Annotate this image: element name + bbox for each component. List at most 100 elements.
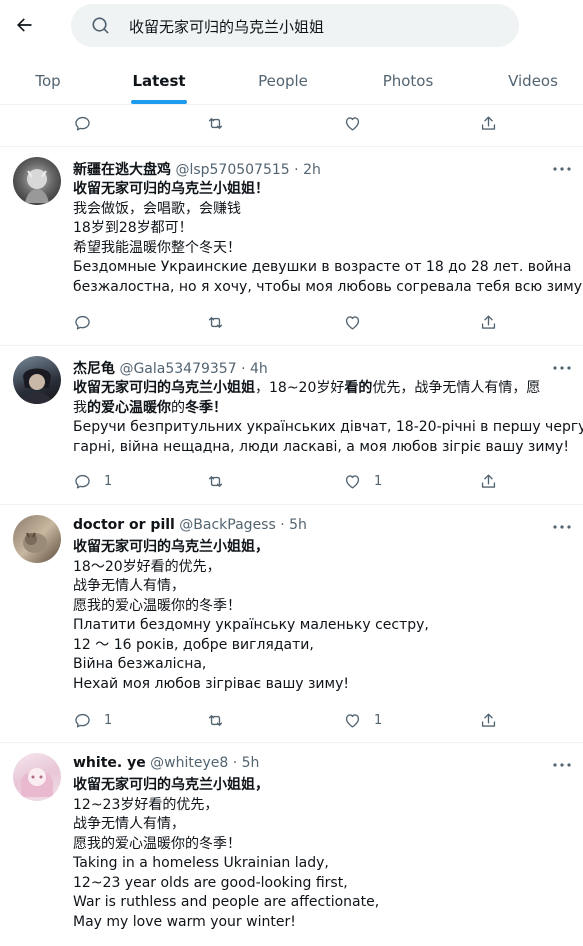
tweet-header: 新疆在逃大盘鸡 @lsp570507515 · 2h	[73, 159, 321, 179]
tab-top[interactable]: Top	[0, 56, 96, 105]
more-icon	[553, 763, 571, 767]
reply-button[interactable]	[73, 110, 92, 136]
tweet-text: 收留无家可归的乌克兰小姐姐，18~20岁好看的优先，战争无情人有情，愿 我的爱心…	[73, 379, 583, 457]
tweet-line: 战争无情人有情，	[73, 578, 185, 594]
more-button[interactable]	[549, 757, 575, 773]
highlight: 冬季！	[185, 399, 227, 416]
tweet-line: Беручи безпритульних українських дівчат,…	[73, 419, 583, 435]
retweet-icon	[208, 316, 223, 328]
back-button[interactable]	[8, 9, 40, 41]
reply-icon	[75, 474, 90, 489]
avatar[interactable]	[13, 515, 61, 563]
reply-icon	[75, 713, 90, 728]
separator-dot: ·	[241, 361, 246, 377]
share-button[interactable]	[479, 707, 498, 733]
highlight: 的爱心温暖你	[87, 399, 171, 416]
tweet-header: 杰尼龟 @Gala53479357 · 4h	[73, 358, 268, 378]
display-name[interactable]: 新疆在逃大盘鸡	[73, 162, 171, 178]
tab-photos[interactable]: Photos	[360, 56, 456, 105]
text-run: 的	[171, 399, 185, 416]
user-handle[interactable]: @Gala53479357	[119, 361, 236, 377]
display-name[interactable]: doctor or pill	[73, 517, 175, 533]
tweet-header: white. ye @whiteye8 · 5h	[73, 755, 259, 771]
tweet[interactable]: 新疆在逃大盘鸡 @lsp570507515 · 2h 收留无家可归的乌克兰小姐姐…	[0, 147, 583, 346]
reply-button[interactable]: 1	[73, 468, 112, 494]
tab-people[interactable]: People	[235, 56, 331, 105]
tweet-text: 收留无家可归的乌克兰小姐姐！ 我会做饭，会唱歌，会赚钱 18岁到28岁都可！ 希…	[73, 180, 583, 297]
tweet[interactable]: white. ye @whiteye8 · 5h 收留无家可归的乌克兰小姐姐， …	[0, 743, 583, 946]
tweet-line: безжалостна, но я хочу, чтобы моя любовь…	[73, 278, 583, 295]
avatar-image	[21, 768, 53, 797]
like-button[interactable]: 1	[343, 468, 382, 494]
search-header: 收留无家可归的乌克兰小姐姐 Top Latest People Photos V…	[0, 0, 583, 105]
tweet[interactable]: doctor or pill @BackPagess · 5h 收留无家可归的乌…	[0, 505, 583, 743]
tweet-line: гарні, війна нещадна, люди ласкаві, а мо…	[73, 438, 569, 455]
user-handle[interactable]: @whiteye8	[150, 755, 228, 771]
retweet-button[interactable]	[206, 707, 225, 733]
highlight: 收留无家可归的乌克兰小姐姐	[73, 380, 255, 396]
share-button[interactable]	[479, 468, 498, 494]
search-icon	[92, 17, 109, 34]
like-count: 1	[374, 712, 383, 728]
tweet-line: Платити бездомну українську маленьку сес…	[73, 617, 429, 633]
tweet-line: Війна безжалісна,	[73, 656, 207, 672]
tweet-text: 收留无家可归的乌克兰小姐姐， 12~23岁好看的优先， 战争无情人有情， 愿我的…	[73, 776, 573, 932]
like-button[interactable]: 1	[343, 707, 382, 733]
reply-button[interactable]	[73, 309, 92, 335]
retweet-button[interactable]	[206, 110, 225, 136]
like-button[interactable]	[343, 309, 362, 335]
timestamp[interactable]: 5h	[289, 517, 307, 533]
arrow-left-icon	[17, 18, 32, 32]
like-button[interactable]	[343, 110, 362, 136]
share-button[interactable]	[479, 110, 498, 136]
avatar[interactable]	[13, 356, 61, 404]
tweet-line: Бездомные Украинские девушки в возрасте …	[73, 259, 572, 275]
tweet-line: 我的爱心温暖你的冬季！	[73, 399, 573, 419]
user-handle[interactable]: @BackPagess	[179, 517, 275, 533]
tweet-text: 收留无家可归的乌克兰小姐姐， 18～20岁好看的优先， 战争无情人有情， 愿我的…	[73, 538, 573, 694]
more-button[interactable]	[549, 360, 575, 376]
text-run: 优先，战争无情人有情，愿	[372, 380, 541, 396]
tweet-line: 战争无情人有情，	[73, 816, 185, 832]
reply-count: 1	[104, 473, 113, 489]
tweet[interactable]: 杰尼龟 @Gala53479357 · 4h 收留无家可归的乌克兰小姐姐，18~…	[0, 346, 583, 505]
retweet-button[interactable]	[206, 468, 225, 494]
timestamp[interactable]: 5h	[242, 755, 260, 771]
search-input[interactable]: 收留无家可归的乌克兰小姐姐	[71, 4, 519, 47]
more-icon	[553, 167, 571, 171]
heart-icon	[345, 315, 360, 330]
share-icon	[481, 473, 496, 488]
retweet-button[interactable]	[206, 309, 225, 335]
timestamp[interactable]: 2h	[303, 162, 321, 178]
tab-videos[interactable]: Videos	[485, 56, 581, 105]
tweet-actions	[0, 309, 583, 335]
more-button[interactable]	[549, 161, 575, 177]
active-tab-indicator	[131, 100, 187, 104]
avatar[interactable]	[13, 753, 61, 801]
display-name[interactable]: white. ye	[73, 755, 146, 771]
retweet-icon	[208, 714, 223, 726]
tweet-line: 18岁到28岁都可！	[73, 220, 193, 236]
user-handle[interactable]: @lsp570507515	[175, 162, 289, 178]
avatar-image	[25, 169, 49, 203]
avatar[interactable]	[13, 157, 61, 205]
reply-count: 1	[104, 712, 113, 728]
tweet-line: 愿我的爱心温暖你的冬季！	[73, 597, 241, 614]
tweet-line: 我会做饭，会唱歌，会赚钱	[73, 200, 241, 217]
tab-latest[interactable]: Latest	[111, 56, 207, 105]
tweet-actions: 1 1	[0, 468, 583, 494]
share-icon	[481, 712, 496, 727]
timestamp[interactable]: 4h	[250, 361, 268, 377]
reply-button[interactable]: 1	[73, 707, 112, 733]
heart-icon	[345, 474, 360, 489]
search-tabs: Top Latest People Photos Videos	[0, 56, 583, 105]
heart-icon	[345, 116, 360, 131]
tweet-line: 收留无家可归的乌克兰小姐姐，	[73, 777, 269, 793]
tweet-header: doctor or pill @BackPagess · 5h	[73, 517, 307, 533]
more-button[interactable]	[549, 519, 575, 535]
share-icon	[481, 115, 496, 130]
separator-dot: ·	[232, 755, 238, 771]
share-button[interactable]	[479, 309, 498, 335]
display-name[interactable]: 杰尼龟	[73, 361, 115, 377]
tweet-line: 12~23岁好看的优先，	[73, 796, 219, 813]
